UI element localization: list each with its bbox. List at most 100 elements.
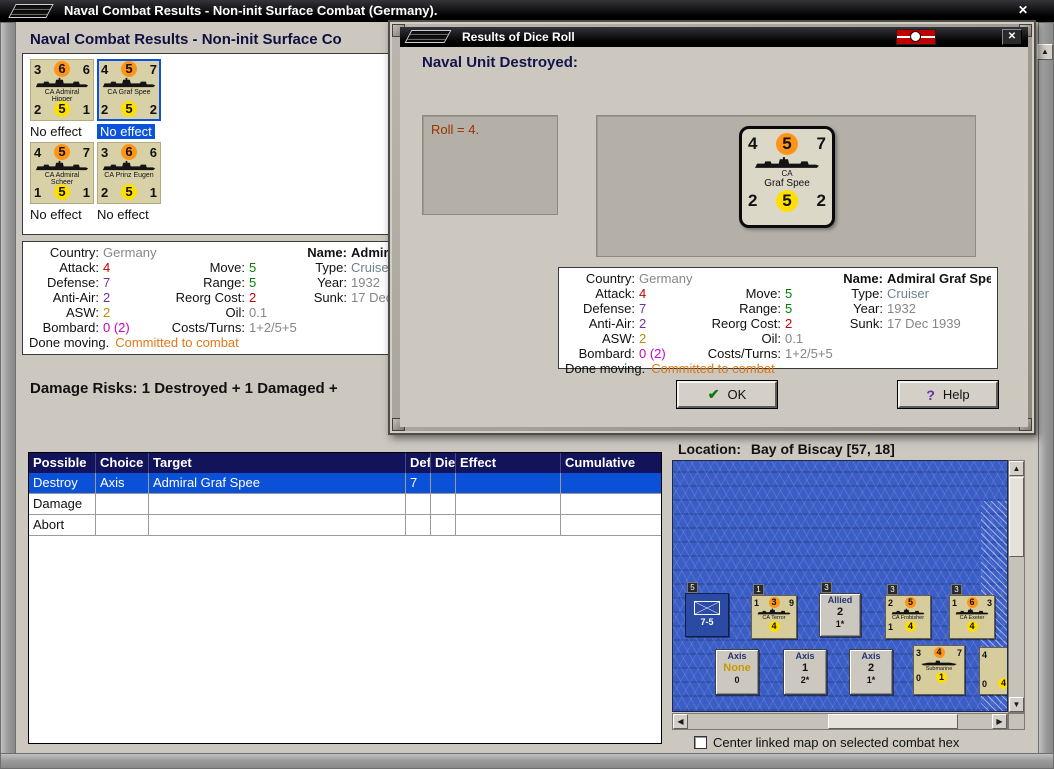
unit-status-selected: No effect bbox=[97, 124, 155, 139]
num: 4 bbox=[933, 647, 945, 658]
dialog-close-icon[interactable]: ✕ bbox=[1002, 29, 1022, 45]
bottom-number: 2 bbox=[101, 184, 109, 200]
num: 2 bbox=[888, 597, 894, 608]
map-counter-axis-info-1[interactable]: Axis 1 2* bbox=[783, 649, 827, 695]
unit-counter[interactable]: 366 CA Prinz Eugen 251 bbox=[97, 142, 161, 204]
map-horizontal-scrollbar[interactable]: ◀ ▶ bbox=[672, 713, 1008, 730]
attack-label: Attack: bbox=[595, 286, 635, 301]
unit-counter-selected[interactable]: 457 CA Graf Spee 252 bbox=[97, 59, 161, 121]
scrollbar-thumb[interactable] bbox=[1009, 477, 1024, 557]
table-row-damage[interactable]: Damage bbox=[29, 494, 661, 515]
center-map-checkbox[interactable] bbox=[694, 736, 707, 749]
attack-label: Attack: bbox=[59, 260, 99, 275]
col-header-possible: Possible bbox=[29, 453, 96, 473]
cell-die bbox=[431, 494, 456, 514]
move-number: 5 bbox=[54, 144, 70, 160]
dialog-title-bar[interactable]: Results of Dice Roll ✕ bbox=[400, 27, 1028, 47]
type-value: Cruiser bbox=[887, 286, 929, 301]
scroll-right-button[interactable]: ▶ bbox=[992, 714, 1007, 729]
num: 9 bbox=[788, 597, 794, 608]
side-label: Axis bbox=[861, 651, 881, 661]
german-flag-icon bbox=[896, 29, 936, 45]
map-counter-axis-info-2[interactable]: Axis 2 1* bbox=[849, 649, 893, 695]
main-title-bar[interactable]: Naval Combat Results - Non-init Surface … bbox=[0, 0, 1054, 22]
scrollbar-thumb[interactable] bbox=[828, 714, 958, 729]
map-counter-ca-terror[interactable]: 139 CA Terror 4 bbox=[751, 595, 797, 639]
map-counter-ca-exeter[interactable]: 163 CA Exeter 4 bbox=[949, 595, 995, 639]
map-counter-land-unit[interactable]: 7-5 bbox=[685, 593, 729, 637]
help-button[interactable]: ? Help bbox=[897, 380, 999, 409]
unit-name: CA Graf Spee bbox=[107, 89, 151, 96]
unit-counter[interactable]: 366 CA Admiral Hipper 251 bbox=[30, 59, 94, 121]
scroll-up-button[interactable]: ▲ bbox=[1009, 461, 1024, 476]
side-label: Axis bbox=[795, 651, 815, 661]
unit-cell-scheer[interactable]: 457 CA Admiral Scheer 151 No effect bbox=[30, 142, 94, 222]
col-header-effect: Effect bbox=[456, 453, 561, 473]
destroyed-unit-box: 457 CA Graf Spee 252 bbox=[596, 115, 976, 257]
dialog-system-menu-icon[interactable] bbox=[404, 30, 452, 43]
close-icon[interactable]: ✕ bbox=[1018, 3, 1028, 17]
defense-value: 7 bbox=[103, 275, 111, 290]
country-label: Country: bbox=[49, 245, 99, 260]
scroll-left-button[interactable]: ◀ bbox=[673, 714, 688, 729]
stack-count-badge: 3 bbox=[821, 582, 832, 593]
map-counter-ca-frobisher[interactable]: 25 CA Frobisher 14 bbox=[885, 595, 931, 639]
num: 4 bbox=[982, 649, 988, 660]
attack-number: 3 bbox=[101, 144, 109, 160]
cell-def bbox=[406, 515, 431, 535]
num: 0 bbox=[982, 678, 988, 689]
num: 4 bbox=[905, 621, 916, 632]
cell-possible: Abort bbox=[29, 515, 96, 535]
table-row-abort[interactable]: Abort bbox=[29, 515, 661, 536]
table-row-destroy[interactable]: Destroy Axis Admiral Graf Spee 7 bbox=[29, 473, 661, 494]
system-menu-icon[interactable] bbox=[8, 4, 54, 18]
combat-hex-map[interactable]: 5 7-5 1 139 CA Terror 4 3 Allied 2 1* 3 … bbox=[672, 460, 1008, 712]
num: 1 bbox=[754, 597, 760, 608]
num: 4 bbox=[768, 621, 780, 632]
attack-number: 4 bbox=[748, 134, 758, 153]
year-label: Year: bbox=[853, 301, 883, 316]
move-value: 5 bbox=[785, 286, 793, 301]
scrollbar-corner bbox=[1008, 713, 1025, 730]
cell-cumulative bbox=[561, 494, 661, 514]
cell-target bbox=[149, 494, 406, 514]
costs-label: Costs/Turns: bbox=[171, 320, 245, 335]
move-number: 6 bbox=[54, 61, 70, 77]
range-label: Range: bbox=[739, 301, 781, 316]
combat-results-table: Possible Choice Target Def Die Effect Cu… bbox=[28, 452, 662, 744]
unit-cell-hipper[interactable]: 366 CA Admiral Hipper 251 No effect bbox=[30, 59, 94, 139]
defense-number: 6 bbox=[149, 144, 157, 160]
num: 0 bbox=[916, 672, 922, 683]
oil-value: 0.1 bbox=[785, 331, 804, 346]
unit-cell-prinz-eugen[interactable]: 366 CA Prinz Eugen 251 No effect bbox=[97, 142, 161, 222]
defense-number: 6 bbox=[82, 61, 90, 77]
scroll-down-button[interactable]: ▼ bbox=[1009, 697, 1024, 712]
move-number: 5 bbox=[121, 61, 137, 77]
map-counter-submarine[interactable]: 347 Submarine 01 bbox=[913, 645, 965, 695]
map-vertical-scrollbar[interactable]: ▲ ▼ bbox=[1008, 460, 1025, 713]
committed-text: Committed to combat bbox=[651, 361, 775, 376]
map-counter-partial[interactable]: 4 04 bbox=[979, 647, 1007, 695]
roll-result-box: Roll = 4. bbox=[422, 115, 558, 215]
col-header-def: Def bbox=[406, 453, 431, 473]
bombard-label: Bombard: bbox=[578, 346, 635, 361]
country-value: Germany bbox=[103, 245, 157, 260]
ok-button[interactable]: ✔ OK bbox=[676, 380, 778, 409]
defense-label: Defense: bbox=[582, 301, 635, 316]
unit-strength: 7-5 bbox=[700, 617, 714, 627]
name-label: Name: bbox=[843, 271, 883, 286]
scroll-up-button[interactable]: ▲ bbox=[1037, 44, 1053, 60]
unit-counter[interactable]: 457 CA Admiral Scheer 151 bbox=[30, 142, 94, 204]
bottom-number: 2 bbox=[149, 101, 157, 117]
map-counter-axis-info-none[interactable]: Axis None 0 bbox=[715, 649, 759, 695]
map-counter-allied-info[interactable]: Allied 2 1* bbox=[819, 593, 861, 637]
value: 2 bbox=[867, 662, 875, 674]
modifier: 1* bbox=[835, 619, 845, 629]
unit-cell-graf-spee[interactable]: 457 CA Graf Spee 252 No effect bbox=[97, 59, 161, 139]
unit-status: No effect bbox=[97, 207, 149, 222]
asw-value: 2 bbox=[639, 331, 647, 346]
sunk-label: Sunk: bbox=[849, 316, 883, 331]
cell-cumulative bbox=[561, 515, 661, 535]
modifier: 1* bbox=[866, 675, 876, 685]
help-button-label: Help bbox=[942, 387, 970, 402]
